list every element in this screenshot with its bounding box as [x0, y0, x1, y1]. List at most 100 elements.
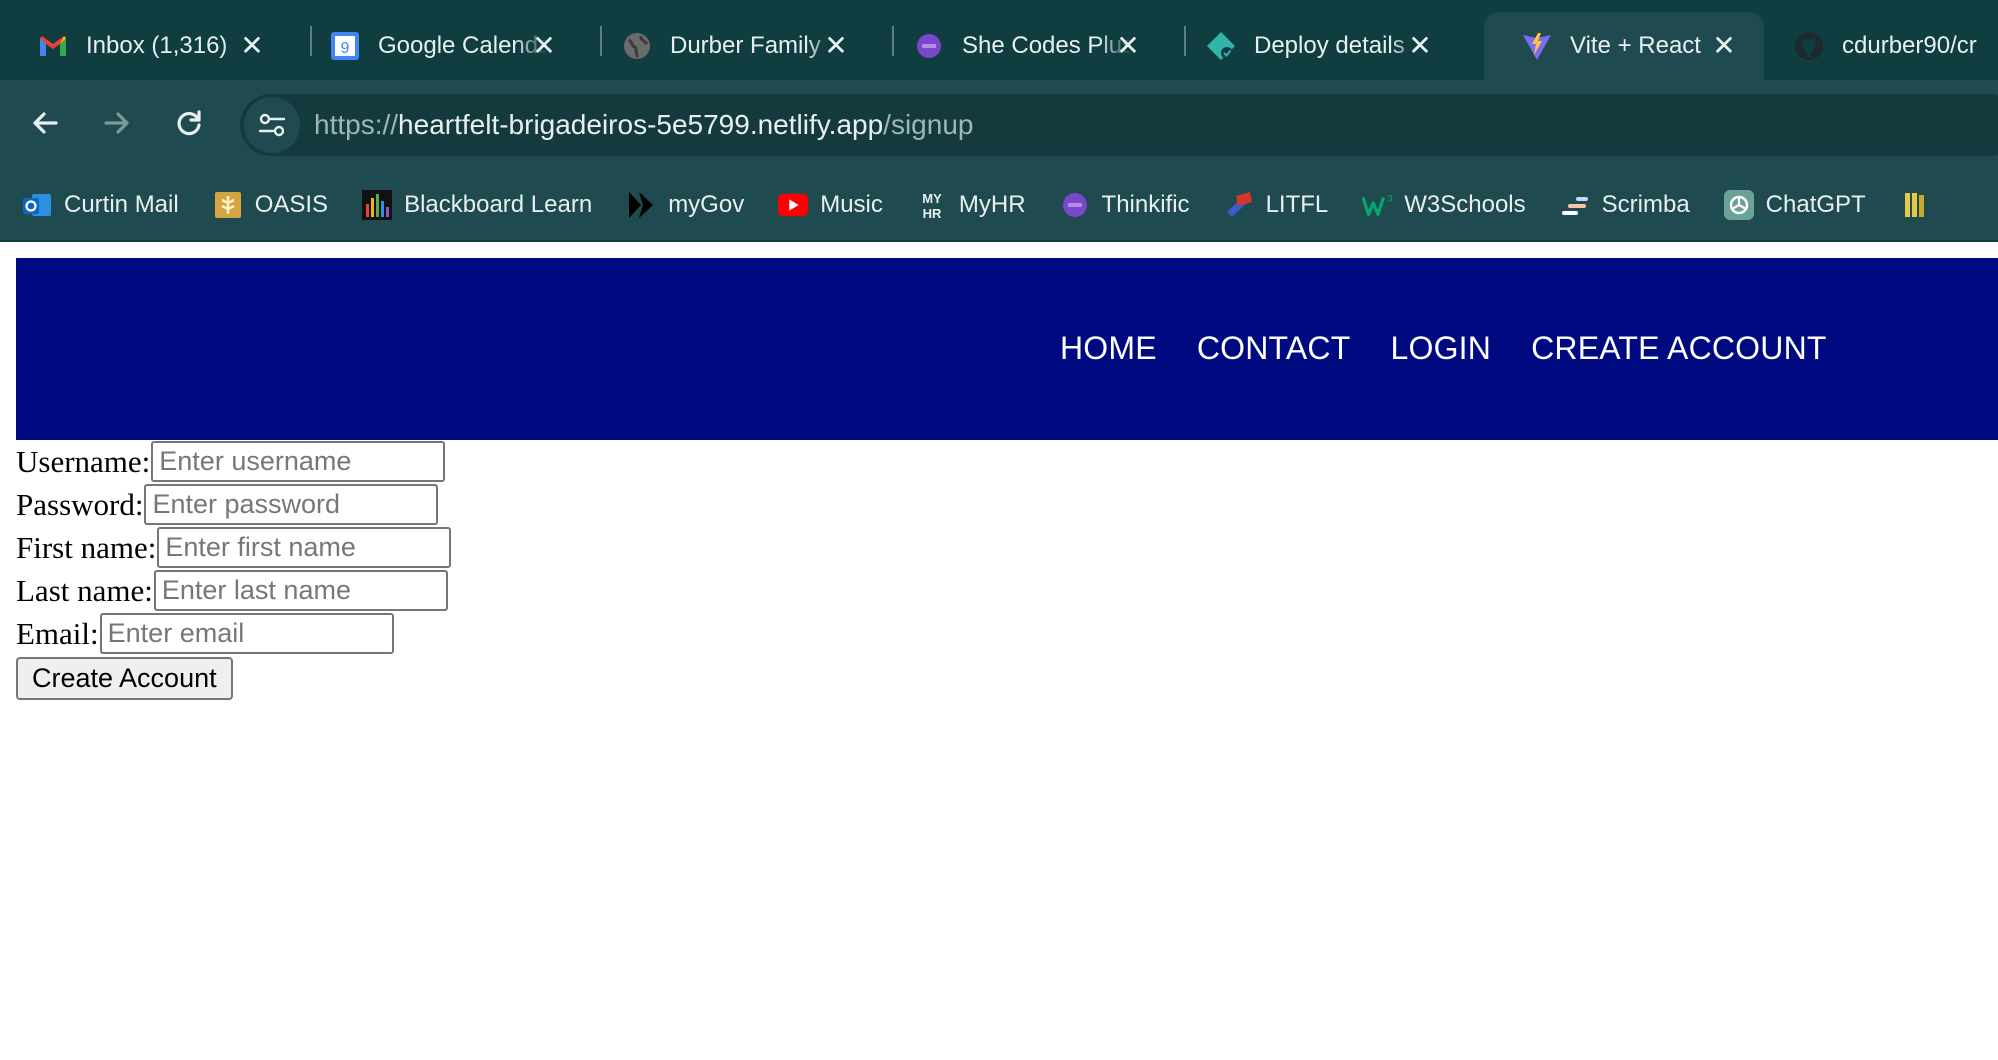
w3schools-icon: 3 — [1362, 190, 1392, 220]
close-icon[interactable]: ✕ — [824, 32, 848, 60]
outlook-icon — [22, 190, 52, 220]
reload-icon — [174, 108, 204, 143]
first-name-input[interactable] — [157, 527, 452, 568]
tab-title: Deploy details — [1254, 32, 1405, 59]
bookmark-overflow[interactable] — [1900, 190, 1942, 220]
reload-button[interactable] — [164, 100, 214, 150]
nav-link-create-account[interactable]: CREATE ACCOUNT — [1531, 330, 1827, 367]
close-icon[interactable]: ✕ — [532, 32, 556, 60]
back-button[interactable] — [20, 100, 70, 150]
url-text: https://heartfelt-brigadeiros-5e5799.net… — [314, 109, 973, 141]
bookmark-curtin-mail[interactable]: Curtin Mail — [22, 190, 179, 220]
bookmark-oasis[interactable]: OASIS — [213, 190, 328, 220]
form-row-username: Username: — [16, 440, 451, 483]
tab-deploy-details[interactable]: Deploy details ✕ — [1168, 12, 1460, 80]
litfl-icon — [1224, 190, 1254, 220]
site-settings-icon[interactable] — [244, 97, 300, 153]
oasis-icon — [213, 190, 243, 220]
arrow-right-icon — [102, 108, 132, 143]
bookmark-blackboard-learn[interactable]: Blackboard Learn — [362, 190, 592, 220]
close-icon[interactable]: ✕ — [240, 32, 264, 60]
svg-text:3: 3 — [1388, 193, 1393, 203]
create-account-button[interactable]: Create Account — [16, 657, 233, 700]
bookmark-label: myGov — [668, 191, 745, 218]
url-path: /signup — [883, 109, 974, 140]
bookmark-label: OASIS — [254, 191, 329, 218]
bookmark-label: Blackboard Learn — [404, 191, 593, 218]
tab-vite-react[interactable]: Vite + React ✕ — [1484, 12, 1764, 80]
browser-toolbar: https://heartfelt-brigadeiros-5e5799.net… — [0, 80, 1998, 170]
close-icon[interactable]: ✕ — [1116, 32, 1140, 60]
form-row-first-name: First name: — [16, 526, 452, 569]
form-row-last-name: Last name: — [16, 569, 451, 612]
close-icon[interactable]: ✕ — [1408, 32, 1432, 60]
tab-title: cdurber90/cr — [1842, 32, 1977, 59]
close-icon[interactable]: ✕ — [1712, 32, 1736, 60]
bookmark-myhr[interactable]: MY HR MyHR — [917, 190, 1026, 220]
myhr-icon: MY HR — [917, 190, 947, 220]
bookmark-label: Thinkific — [1101, 191, 1190, 218]
bookmark-mygov[interactable]: myGov — [626, 190, 744, 220]
mygov-icon — [626, 190, 656, 220]
calendar-day-text: 9 — [341, 40, 350, 57]
vite-icon — [1522, 31, 1552, 61]
globe-icon — [622, 31, 652, 61]
email-input[interactable] — [99, 613, 394, 654]
youtube-music-icon — [778, 190, 809, 220]
bookmarks-bar: Curtin Mail OASIS Blackboard Learn myGov… — [0, 170, 1998, 242]
bookmark-chatgpt[interactable]: ChatGPT — [1723, 190, 1866, 220]
email-label: Email: — [16, 615, 99, 651]
nav-link-login[interactable]: LOGIN — [1391, 330, 1492, 367]
svg-text:HR: HR — [922, 206, 941, 220]
username-input[interactable] — [151, 441, 446, 482]
calendar-icon: 9 — [330, 31, 360, 61]
form-row-password: Password: — [16, 483, 451, 526]
scrimba-icon — [1560, 190, 1590, 220]
netlify-icon — [1206, 31, 1236, 61]
nav-link-home[interactable]: HOME — [1060, 330, 1157, 367]
site-nav: HOME CONTACT LOGIN CREATE ACCOUNT — [1060, 330, 1867, 367]
books-icon — [1900, 190, 1930, 220]
site-header: HOME CONTACT LOGIN CREATE ACCOUNT — [16, 258, 1998, 440]
bookmark-label: Scrimba — [1601, 191, 1690, 218]
bookmark-label: ChatGPT — [1765, 191, 1866, 218]
url-scheme: https:// — [314, 109, 399, 140]
forward-button[interactable] — [92, 100, 142, 150]
github-icon — [1794, 31, 1824, 61]
first-name-label: First name: — [16, 529, 157, 565]
last-name-input[interactable] — [153, 570, 448, 611]
svg-text:MY: MY — [922, 191, 942, 206]
bookmark-music[interactable]: Music — [778, 190, 883, 220]
bookmark-label: Curtin Mail — [64, 191, 179, 218]
blackboard-icon — [362, 190, 393, 220]
bookmark-w3schools[interactable]: 3 W3Schools — [1362, 190, 1526, 220]
tab-inbox[interactable]: Inbox (1,316) ✕ — [0, 12, 292, 80]
bookmark-label: W3Schools — [1404, 191, 1526, 218]
bookmark-label: MyHR — [958, 191, 1026, 218]
shecodes-icon — [914, 31, 944, 61]
last-name-label: Last name: — [16, 572, 153, 608]
tab-title: She Codes Plus — [962, 32, 1132, 59]
gmail-icon — [38, 31, 68, 61]
chatgpt-icon — [1723, 190, 1754, 220]
address-bar[interactable]: https://heartfelt-brigadeiros-5e5799.net… — [240, 94, 1998, 156]
tab-title: Durber Family — [670, 32, 821, 59]
tab-title: Google Calendar — [378, 32, 548, 59]
password-input[interactable] — [144, 484, 439, 525]
tab-title: Inbox (1,316) — [86, 32, 228, 59]
tab-she-codes[interactable]: She Codes Plus ✕ — [876, 12, 1168, 80]
password-label: Password: — [16, 486, 144, 522]
tab-github[interactable]: cdurber90/cr — [1756, 12, 1998, 80]
bookmark-label: LITFL — [1265, 191, 1329, 218]
username-label: Username: — [16, 443, 151, 479]
url-host: heartfelt-brigadeiros-5e5799.netlify.app — [398, 109, 884, 140]
bookmark-scrimba[interactable]: Scrimba — [1560, 190, 1690, 220]
bookmark-litfl[interactable]: LITFL — [1224, 190, 1329, 220]
bookmark-thinkific[interactable]: Thinkific — [1060, 190, 1190, 220]
thinkific-icon — [1060, 190, 1090, 220]
tab-google-calendar[interactable]: 9 Google Calendar ✕ — [292, 12, 584, 80]
tab-durber-family[interactable]: Durber Family ✕ — [584, 12, 876, 80]
arrow-left-icon — [30, 108, 60, 143]
browser-tab-strip: Inbox (1,316) ✕ 9 Google Calendar ✕ Durb… — [0, 0, 1998, 80]
nav-link-contact[interactable]: CONTACT — [1197, 330, 1351, 367]
